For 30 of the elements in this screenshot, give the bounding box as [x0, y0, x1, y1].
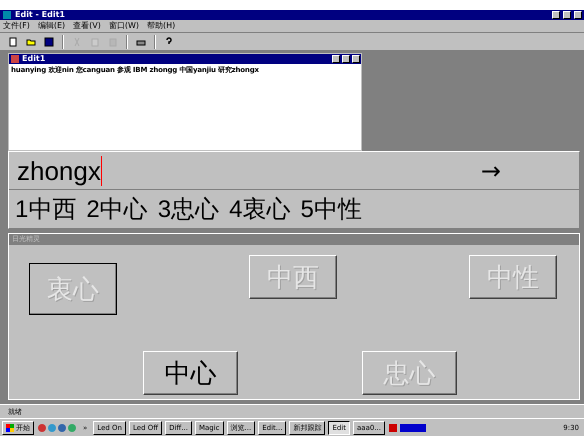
quick-launch-icons[interactable] — [37, 422, 77, 434]
window-title: Edit - Edit1 — [15, 10, 66, 20]
minimize-button[interactable] — [332, 55, 340, 63]
candidate-item[interactable]: 3忠心 — [158, 193, 220, 225]
maximize-button[interactable] — [342, 55, 350, 63]
question-icon[interactable] — [164, 36, 174, 46]
next-page-arrow[interactable]: → — [480, 156, 501, 184]
document-icon — [10, 54, 20, 64]
menu-item[interactable]: 文件(F) — [3, 21, 30, 31]
menu-item[interactable]: 帮助(H) — [147, 21, 176, 31]
menu-item[interactable]: 编辑(E) — [38, 21, 66, 31]
folder-icon[interactable] — [26, 36, 36, 46]
candidate-item[interactable]: 2中心 — [86, 193, 148, 225]
candidate-item[interactable]: 5中性 — [300, 193, 362, 225]
restore-button[interactable] — [563, 11, 571, 19]
composition-text: zhongx — [17, 156, 102, 186]
menu-item[interactable]: 窗口(W) — [108, 21, 140, 31]
candidate-item[interactable]: 4衷心 — [229, 193, 290, 225]
minimize-button[interactable] — [552, 11, 560, 19]
floppy-icon[interactable] — [44, 36, 54, 46]
windows-logo-icon — [6, 424, 14, 432]
app-icon — [2, 10, 12, 20]
candidate-button[interactable]: 中心 — [143, 351, 238, 395]
candidate-item[interactable]: 1中西 — [15, 193, 76, 225]
system-tray-icons — [388, 422, 428, 434]
close-button[interactable] — [352, 55, 360, 63]
child-window-title: Edit1 — [22, 54, 46, 64]
menu-item[interactable]: 查看(V) — [73, 21, 101, 31]
new-file-icon[interactable] — [8, 36, 18, 46]
close-button[interactable] — [574, 11, 582, 19]
